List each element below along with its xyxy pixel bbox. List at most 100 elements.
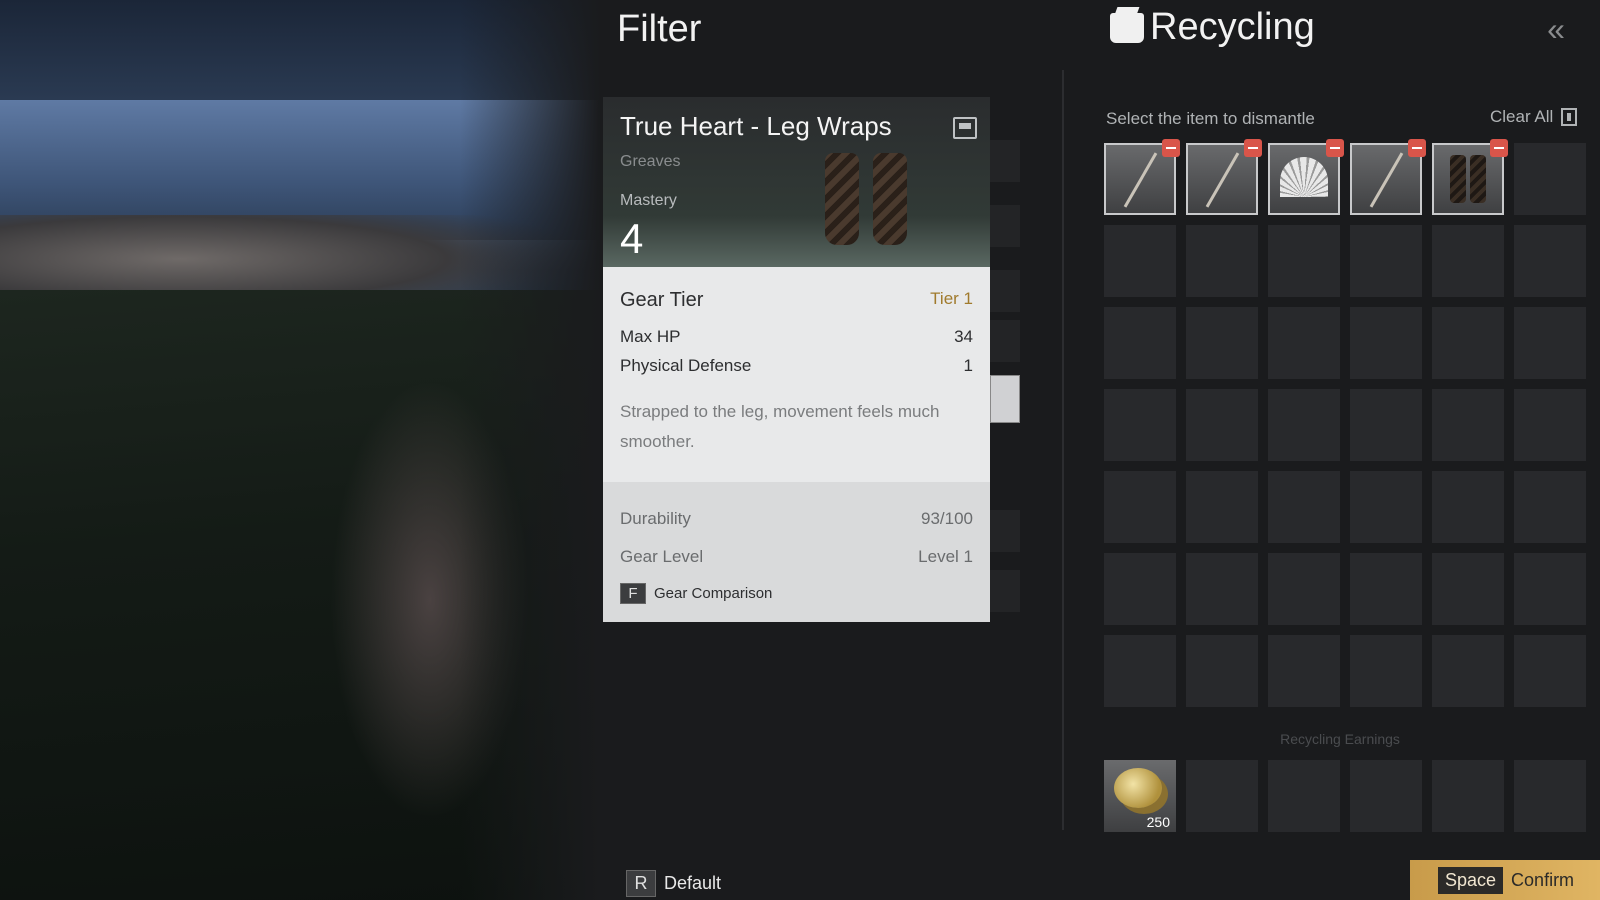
dismantle-slot-empty[interactable] bbox=[1186, 553, 1258, 625]
dismantle-slot-empty[interactable] bbox=[1268, 225, 1340, 297]
dismantle-slot[interactable] bbox=[1432, 139, 1508, 215]
dismantle-slot[interactable] bbox=[1186, 139, 1262, 215]
remove-icon[interactable] bbox=[1408, 139, 1426, 157]
dismantle-slot-empty[interactable] bbox=[1514, 553, 1586, 625]
remove-icon[interactable] bbox=[1244, 139, 1262, 157]
gear-level-value: Level 1 bbox=[918, 547, 973, 566]
durability-row: Durability 93/100 bbox=[620, 509, 973, 529]
filter-title: Filter bbox=[617, 8, 702, 50]
coins-icon bbox=[1114, 768, 1162, 808]
dismantle-slot-empty[interactable] bbox=[1514, 307, 1586, 379]
gear-comparison-label: Gear Comparison bbox=[654, 585, 773, 602]
earnings-quantity: 250 bbox=[1146, 814, 1170, 830]
dismantle-slot-empty[interactable] bbox=[1268, 471, 1340, 543]
earnings-slot-empty bbox=[1432, 760, 1504, 832]
item-card-header: True Heart - Leg Wraps Greaves Mastery 4 bbox=[603, 97, 990, 267]
dismantle-slot-empty[interactable] bbox=[1186, 471, 1258, 543]
dismantle-slot-empty[interactable] bbox=[1186, 307, 1258, 379]
gear-level-row: Gear Level Level 1 bbox=[620, 547, 973, 567]
gear-tier-label: Gear Tier bbox=[620, 289, 704, 311]
keycap-r: R bbox=[626, 870, 656, 897]
stat-row-physical-defense: Physical Defense 1 bbox=[620, 356, 973, 376]
gear-tier-value: Tier 1 bbox=[930, 289, 973, 308]
dismantle-slot-empty[interactable] bbox=[1432, 389, 1504, 461]
recycling-title: Recycling bbox=[1150, 6, 1315, 48]
trash-icon bbox=[1561, 108, 1578, 126]
dismantle-slot-empty[interactable] bbox=[1104, 635, 1176, 707]
dismantle-slot-empty[interactable] bbox=[1350, 635, 1422, 707]
stat-row-max-hp: Max HP 34 bbox=[620, 327, 973, 347]
dismantle-slot-empty[interactable] bbox=[1350, 307, 1422, 379]
inventory-slot[interactable] bbox=[990, 140, 1020, 182]
panel-divider bbox=[1062, 70, 1064, 830]
remove-icon[interactable] bbox=[1326, 139, 1344, 157]
stat-value: 34 bbox=[954, 327, 973, 346]
inventory-slot[interactable] bbox=[990, 270, 1020, 312]
earnings-slot-empty bbox=[1350, 760, 1422, 832]
dismantle-slot-empty[interactable] bbox=[1104, 307, 1176, 379]
back-arrow-icon[interactable]: « bbox=[1532, 12, 1580, 46]
earnings-slot[interactable]: 250 bbox=[1104, 760, 1176, 832]
earnings-slot-empty bbox=[1514, 760, 1586, 832]
inventory-slot[interactable] bbox=[990, 205, 1020, 247]
mastery-label: Mastery bbox=[620, 192, 677, 209]
confirm-label: Confirm bbox=[1511, 869, 1575, 890]
dismantle-slot-empty[interactable] bbox=[1268, 307, 1340, 379]
durability-label: Durability bbox=[620, 509, 691, 528]
dismantle-slot-empty[interactable] bbox=[1432, 635, 1504, 707]
dismantle-slot-empty[interactable] bbox=[1432, 307, 1504, 379]
dismantle-slot-empty[interactable] bbox=[1350, 389, 1422, 461]
dismantle-slot-empty[interactable] bbox=[1104, 225, 1176, 297]
game-scene bbox=[0, 0, 600, 900]
dismantle-slot-empty[interactable] bbox=[1268, 389, 1340, 461]
default-label: Default bbox=[664, 873, 722, 893]
dismantle-slot-empty[interactable] bbox=[1514, 143, 1586, 215]
item-type: Greaves bbox=[620, 153, 681, 170]
clear-all-button[interactable]: Clear All bbox=[1490, 107, 1578, 127]
recycling-header: Recycling bbox=[1110, 6, 1315, 49]
card-scroll-handle[interactable] bbox=[990, 375, 1020, 423]
earnings-slot-empty bbox=[1268, 760, 1340, 832]
dismantle-slot-empty[interactable] bbox=[1104, 471, 1176, 543]
select-hint: Select the item to dismantle bbox=[1106, 109, 1315, 128]
earnings-grid: 250 bbox=[1104, 760, 1586, 832]
dismantle-slot-empty[interactable] bbox=[1186, 389, 1258, 461]
dismantle-slot-empty[interactable] bbox=[1432, 553, 1504, 625]
dismantle-slot-empty[interactable] bbox=[1514, 635, 1586, 707]
dismantle-slot-empty[interactable] bbox=[1268, 553, 1340, 625]
dismantle-slot-empty[interactable] bbox=[1186, 225, 1258, 297]
keycap-space: Space bbox=[1438, 866, 1504, 894]
remove-icon[interactable] bbox=[1490, 139, 1508, 157]
keycap-f: F bbox=[620, 583, 646, 604]
dismantle-slot-empty[interactable] bbox=[1432, 225, 1504, 297]
dismantle-slot[interactable] bbox=[1350, 139, 1426, 215]
dismantle-slot-empty[interactable] bbox=[1268, 635, 1340, 707]
dismantle-slot-empty[interactable] bbox=[1186, 635, 1258, 707]
remove-icon[interactable] bbox=[1162, 139, 1180, 157]
item-tooltip-card: True Heart - Leg Wraps Greaves Mastery 4… bbox=[603, 97, 990, 622]
inventory-slot[interactable] bbox=[990, 320, 1020, 362]
stat-label: Physical Defense bbox=[620, 356, 752, 375]
gear-comparison-button[interactable]: F Gear Comparison bbox=[620, 583, 772, 604]
dismantle-slot-empty[interactable] bbox=[1514, 389, 1586, 461]
inventory-slot[interactable] bbox=[990, 570, 1020, 612]
clear-all-label: Clear All bbox=[1490, 107, 1554, 126]
item-name: True Heart - Leg Wraps bbox=[620, 111, 892, 141]
dismantle-slot-empty[interactable] bbox=[1104, 553, 1176, 625]
dismantle-slot-empty[interactable] bbox=[1104, 389, 1176, 461]
dismantle-slot[interactable] bbox=[1268, 139, 1344, 215]
confirm-button[interactable]: Space Confirm bbox=[1410, 860, 1600, 900]
dismantle-slot-empty[interactable] bbox=[1432, 471, 1504, 543]
pin-icon[interactable] bbox=[953, 117, 977, 139]
dismantle-slot-empty[interactable] bbox=[1350, 553, 1422, 625]
dismantle-slot-empty[interactable] bbox=[1514, 471, 1586, 543]
dismantle-slot-empty[interactable] bbox=[1350, 225, 1422, 297]
dismantle-slot[interactable] bbox=[1104, 139, 1180, 215]
earnings-slot-empty bbox=[1186, 760, 1258, 832]
dismantle-slot-empty[interactable] bbox=[1350, 471, 1422, 543]
inventory-slot[interactable] bbox=[990, 510, 1020, 552]
default-button[interactable]: R Default bbox=[626, 870, 721, 897]
dismantle-grid bbox=[1104, 139, 1586, 707]
stat-label: Max HP bbox=[620, 327, 681, 346]
dismantle-slot-empty[interactable] bbox=[1514, 225, 1586, 297]
